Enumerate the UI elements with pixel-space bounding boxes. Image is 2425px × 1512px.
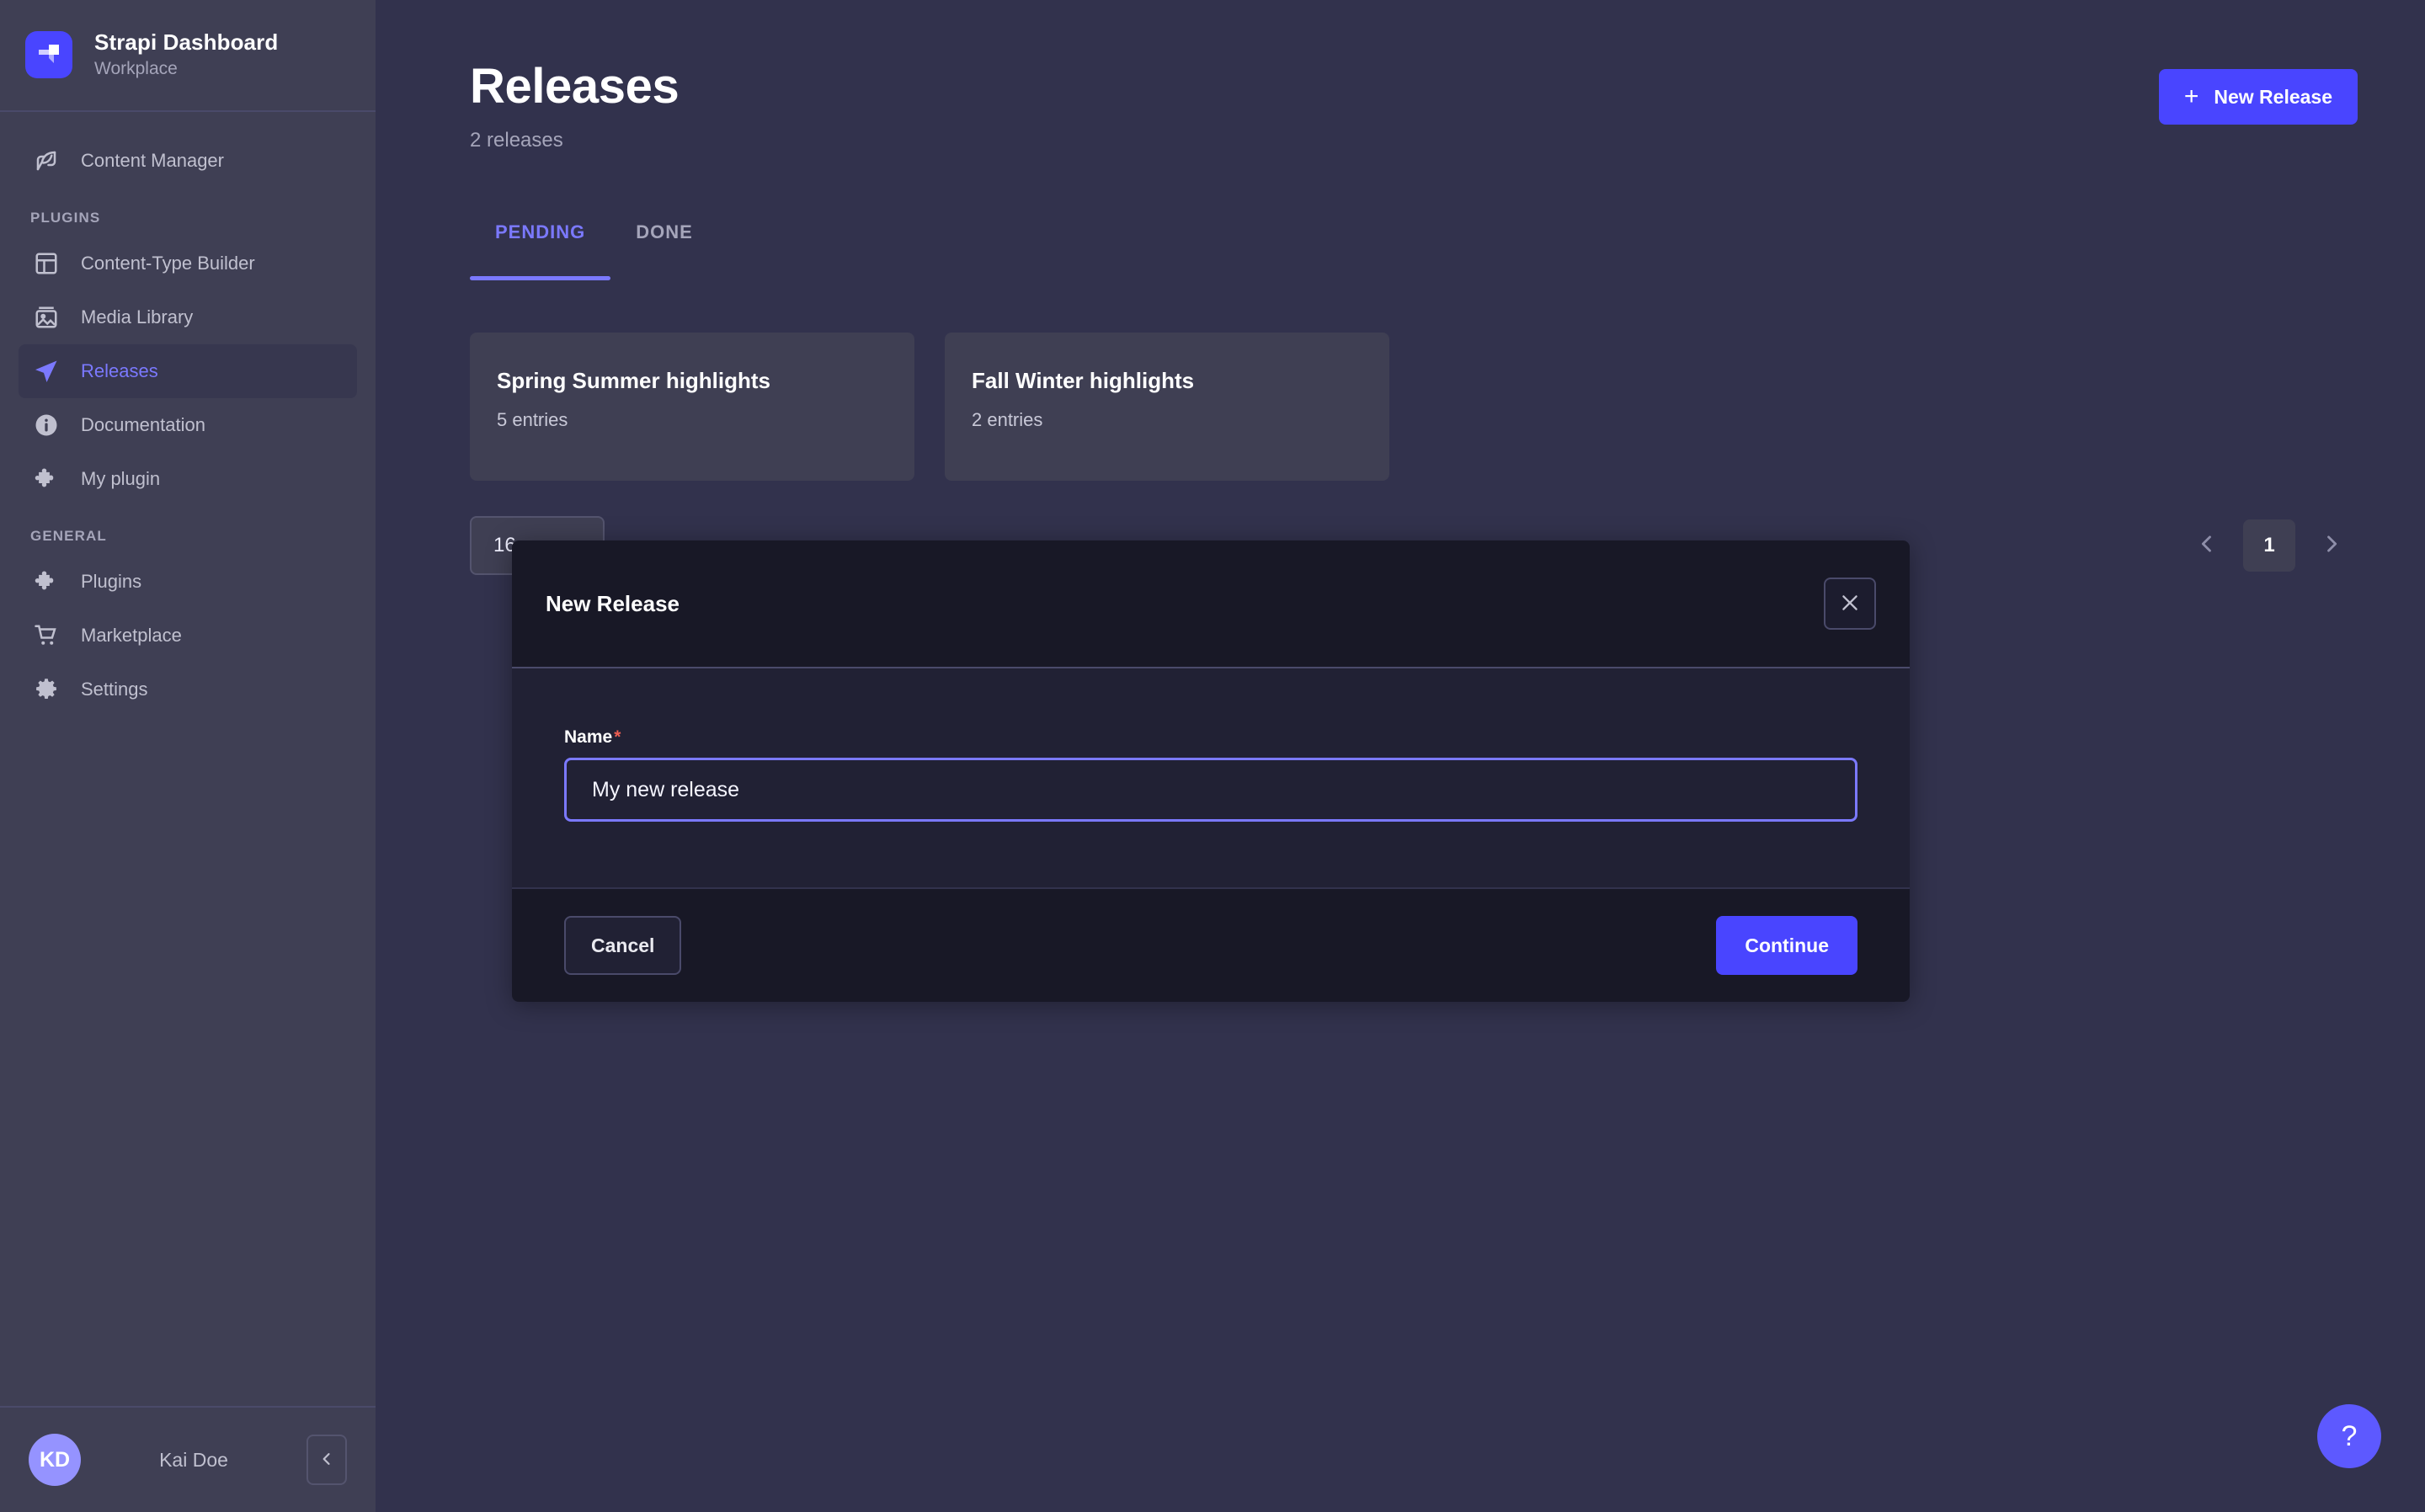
pagination-page-1[interactable]: 1 xyxy=(2243,519,2295,572)
info-circle-icon xyxy=(32,411,61,439)
tab-done[interactable]: DONE xyxy=(610,221,718,280)
image-icon xyxy=(32,303,61,332)
sidebar-item-label: Content Manager xyxy=(81,150,224,171)
strapi-logo-glyph xyxy=(39,44,59,63)
sidebar-item-marketplace[interactable]: Marketplace xyxy=(19,609,357,663)
sidebar-item-plugins[interactable]: Plugins xyxy=(19,555,357,609)
puzzle-piece-icon xyxy=(32,465,61,493)
releases-tabs: PENDING DONE xyxy=(377,221,2425,280)
brand-subtitle: Workplace xyxy=(94,59,178,78)
page-header: Releases 2 releases + New Release xyxy=(377,0,2425,152)
sidebar-item-label: Media Library xyxy=(81,306,194,327)
sidebar-item-label: Content-Type Builder xyxy=(81,253,255,274)
help-button[interactable]: ? xyxy=(2317,1404,2381,1468)
release-name-input[interactable] xyxy=(564,758,1857,822)
feather-pen-icon xyxy=(32,146,61,175)
modal-close-button[interactable] xyxy=(1824,578,1876,630)
release-card[interactable]: Fall Winter highlights 2 entries xyxy=(945,332,1389,481)
pagination-next-button[interactable] xyxy=(2305,519,2358,572)
gear-icon xyxy=(32,675,61,704)
name-field-label-text: Name xyxy=(564,727,613,747)
app-root: Strapi Dashboard Workplace Content Manag… xyxy=(0,0,2425,1512)
tab-pending[interactable]: PENDING xyxy=(470,221,611,280)
shopping-cart-icon xyxy=(32,621,61,650)
releases-card-grid: Spring Summer highlights 5 entries Fall … xyxy=(377,280,2425,481)
sidebar-item-label: Documentation xyxy=(81,414,205,435)
sidebar-item-releases[interactable]: Releases xyxy=(19,344,357,398)
page-subtitle: 2 releases xyxy=(470,128,563,152)
modal-footer: Cancel Continue xyxy=(512,887,1910,1002)
sidebar-item-documentation[interactable]: Documentation xyxy=(19,398,357,452)
sidebar-item-label: Releases xyxy=(81,360,158,381)
sidebar-item-label: Plugins xyxy=(81,571,142,592)
modal-title: New Release xyxy=(546,590,680,616)
sidebar-item-label: Marketplace xyxy=(81,625,182,646)
required-marker: * xyxy=(614,727,621,747)
chevron-right-icon xyxy=(2320,532,2343,558)
paper-plane-icon xyxy=(32,357,61,386)
profile-name: Kai Doe xyxy=(159,1448,228,1471)
sidebar-nav: Content Manager PLUGINS Content-Type Bui… xyxy=(0,112,376,1406)
brand-header[interactable]: Strapi Dashboard Workplace xyxy=(0,0,376,112)
name-field-label: Name * xyxy=(564,727,1857,748)
continue-button[interactable]: Continue xyxy=(1716,916,1857,975)
avatar[interactable]: KD xyxy=(29,1434,81,1486)
sidebar-item-content-manager[interactable]: Content Manager xyxy=(19,134,357,188)
brand-title: Strapi Dashboard xyxy=(94,29,279,55)
sidebar-item-my-plugin[interactable]: My plugin xyxy=(19,452,357,506)
release-card-entries: 5 entries xyxy=(497,408,568,430)
modal-header: New Release xyxy=(512,540,1910,668)
sidebar-profile: KD Kai Doe xyxy=(0,1406,376,1512)
pagination-prev-button[interactable] xyxy=(2181,519,2233,572)
modal-body: Name * xyxy=(512,668,1910,887)
new-release-modal: New Release Name * Cancel Continue xyxy=(512,540,1910,1002)
sidebar-item-content-type-builder[interactable]: Content-Type Builder xyxy=(19,237,357,290)
cancel-button[interactable]: Cancel xyxy=(564,916,682,975)
puzzle-piece-icon xyxy=(32,567,61,596)
sidebar-collapse-button[interactable] xyxy=(306,1435,347,1485)
release-card-title: Fall Winter highlights xyxy=(972,367,1195,393)
plus-icon: + xyxy=(2183,83,2199,110)
page-title-block: Releases 2 releases xyxy=(470,59,680,152)
pagination: 1 xyxy=(2181,519,2358,572)
sidebar-item-media-library[interactable]: Media Library xyxy=(19,290,357,344)
release-card-entries: 2 entries xyxy=(972,408,1043,430)
sidebar-section-general-label: GENERAL xyxy=(30,528,107,544)
sidebar-item-label: My plugin xyxy=(81,468,161,489)
page-title: Releases xyxy=(470,59,680,114)
layout-blocks-icon xyxy=(32,249,61,278)
release-card[interactable]: Spring Summer highlights 5 entries xyxy=(470,332,914,481)
chevron-left-icon xyxy=(318,1451,335,1470)
strapi-logo-icon xyxy=(25,30,72,78)
sidebar-item-settings[interactable]: Settings xyxy=(19,663,357,716)
new-release-button-label: New Release xyxy=(2214,85,2332,108)
sidebar-section-plugins-label: PLUGINS xyxy=(30,210,101,226)
chevron-left-icon xyxy=(2195,532,2219,558)
release-card-title: Spring Summer highlights xyxy=(497,367,771,393)
close-x-icon xyxy=(1839,592,1861,616)
sidebar-item-label: Settings xyxy=(81,679,148,700)
sidebar: Strapi Dashboard Workplace Content Manag… xyxy=(0,0,377,1512)
brand-text-block: Strapi Dashboard Workplace xyxy=(94,29,278,79)
new-release-button[interactable]: + New Release xyxy=(2158,69,2358,125)
